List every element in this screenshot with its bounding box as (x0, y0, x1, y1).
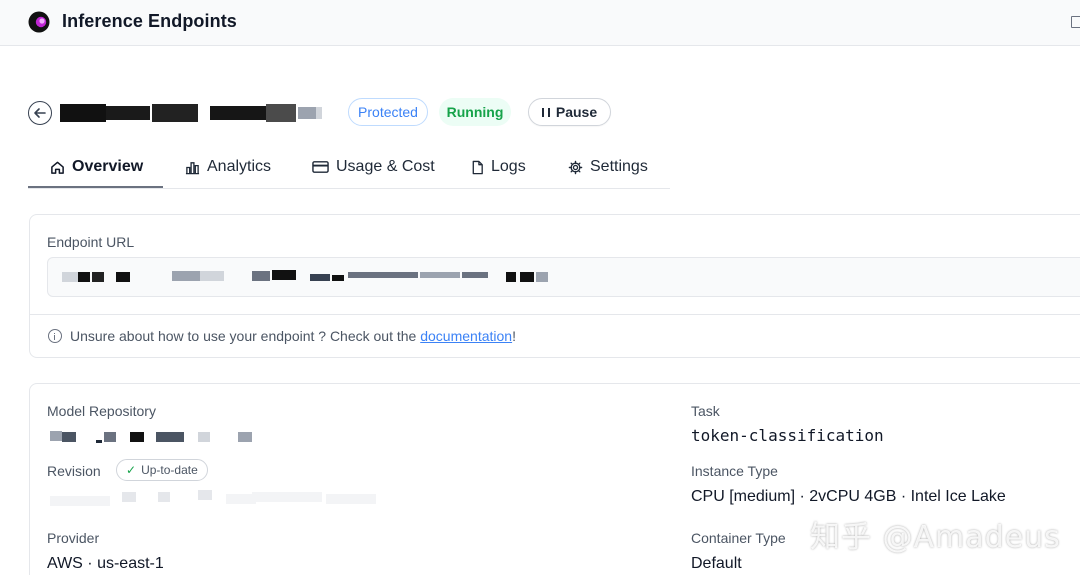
app-logo-icon[interactable] (28, 11, 50, 33)
pause-button[interactable]: Pause (528, 98, 611, 126)
active-tab-indicator (28, 186, 163, 188)
endpoint-url-field[interactable] (47, 257, 1080, 297)
protected-badge: Protected (348, 98, 428, 126)
app-title[interactable]: Inference Endpoints (62, 11, 237, 32)
revision-label: Revision (47, 463, 101, 479)
instance-type-value: CPU [medium] · 2vCPU 4GB · Intel Ice Lak… (691, 488, 1006, 505)
tab-bar: Overview Analytics Usage & Cost Logs Set… (28, 146, 670, 189)
tab-usage-cost[interactable]: Usage & Cost (312, 146, 435, 188)
tab-settings-label: Settings (590, 158, 648, 175)
container-type-value: Default (691, 555, 742, 572)
arrow-left-icon (34, 108, 46, 118)
tab-analytics[interactable]: Analytics (185, 146, 271, 188)
status-badge: Running (439, 98, 511, 126)
document-icon[interactable] (1071, 16, 1080, 28)
tab-overview[interactable]: Overview (50, 146, 143, 188)
model-repository-label: Model Repository (47, 403, 156, 419)
credit-card-icon (312, 161, 329, 173)
url-card-divider (30, 314, 1080, 315)
endpoint-name-redacted (60, 104, 322, 122)
tab-analytics-label: Analytics (207, 158, 272, 175)
pause-icon (541, 107, 550, 117)
top-bar: Inference Endpoints (0, 0, 1080, 46)
home-icon (51, 161, 64, 174)
hint-text: Unsure about how to use your endpoint ? … (70, 328, 421, 344)
revision-status-text: Up-to-date (141, 463, 198, 477)
pause-label: Pause (555, 104, 598, 120)
watermark: 知乎 @Amadeus (810, 520, 1061, 555)
container-type-label: Container Type (691, 530, 786, 546)
hint-suffix: ! (512, 328, 516, 344)
tab-logs-label: Logs (491, 158, 526, 175)
provider-label: Provider (47, 530, 100, 546)
tab-overview-label: Overview (72, 158, 144, 175)
info-icon (48, 329, 62, 343)
gear-icon (568, 160, 583, 174)
tab-logs[interactable]: Logs (471, 146, 526, 188)
check-icon: ✓ (126, 463, 137, 477)
endpoint-url-card: Endpoint URL Unsure about how to use you… (29, 214, 1080, 358)
task-label: Task (691, 403, 720, 419)
documentation-link[interactable]: documentation (420, 328, 512, 344)
instance-type-label: Instance Type (691, 463, 778, 479)
file-icon (472, 160, 483, 174)
bar-chart-icon (185, 161, 200, 174)
endpoint-url-label: Endpoint URL (47, 234, 135, 250)
revision-status-badge: ✓ Up-to-date (116, 459, 208, 481)
task-value: token-classification (691, 426, 884, 445)
back-button[interactable] (28, 101, 52, 125)
tab-settings[interactable]: Settings (568, 146, 648, 188)
provider-value: AWS · us-east-1 (47, 555, 164, 572)
tab-usage-cost-label: Usage & Cost (336, 158, 435, 175)
documentation-hint: Unsure about how to use your endpoint ? … (48, 328, 516, 344)
